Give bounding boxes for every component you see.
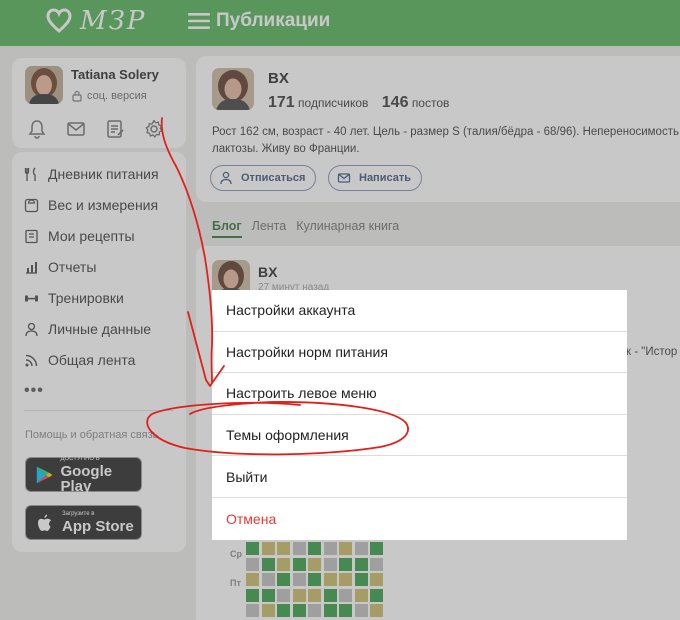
- account-settings-item[interactable]: Настройки аккаунта: [212, 290, 627, 332]
- customize-left-menu-item[interactable]: Настроить левое меню: [212, 373, 627, 415]
- themes-item[interactable]: Темы оформления: [212, 415, 627, 457]
- logout-item[interactable]: Выйти: [212, 456, 627, 498]
- action-sheet: Настройки аккаунта Настройки норм питани…: [212, 290, 627, 540]
- nutrition-norms-item[interactable]: Настройки норм питания: [212, 332, 627, 374]
- cancel-item[interactable]: Отмена: [212, 498, 627, 540]
